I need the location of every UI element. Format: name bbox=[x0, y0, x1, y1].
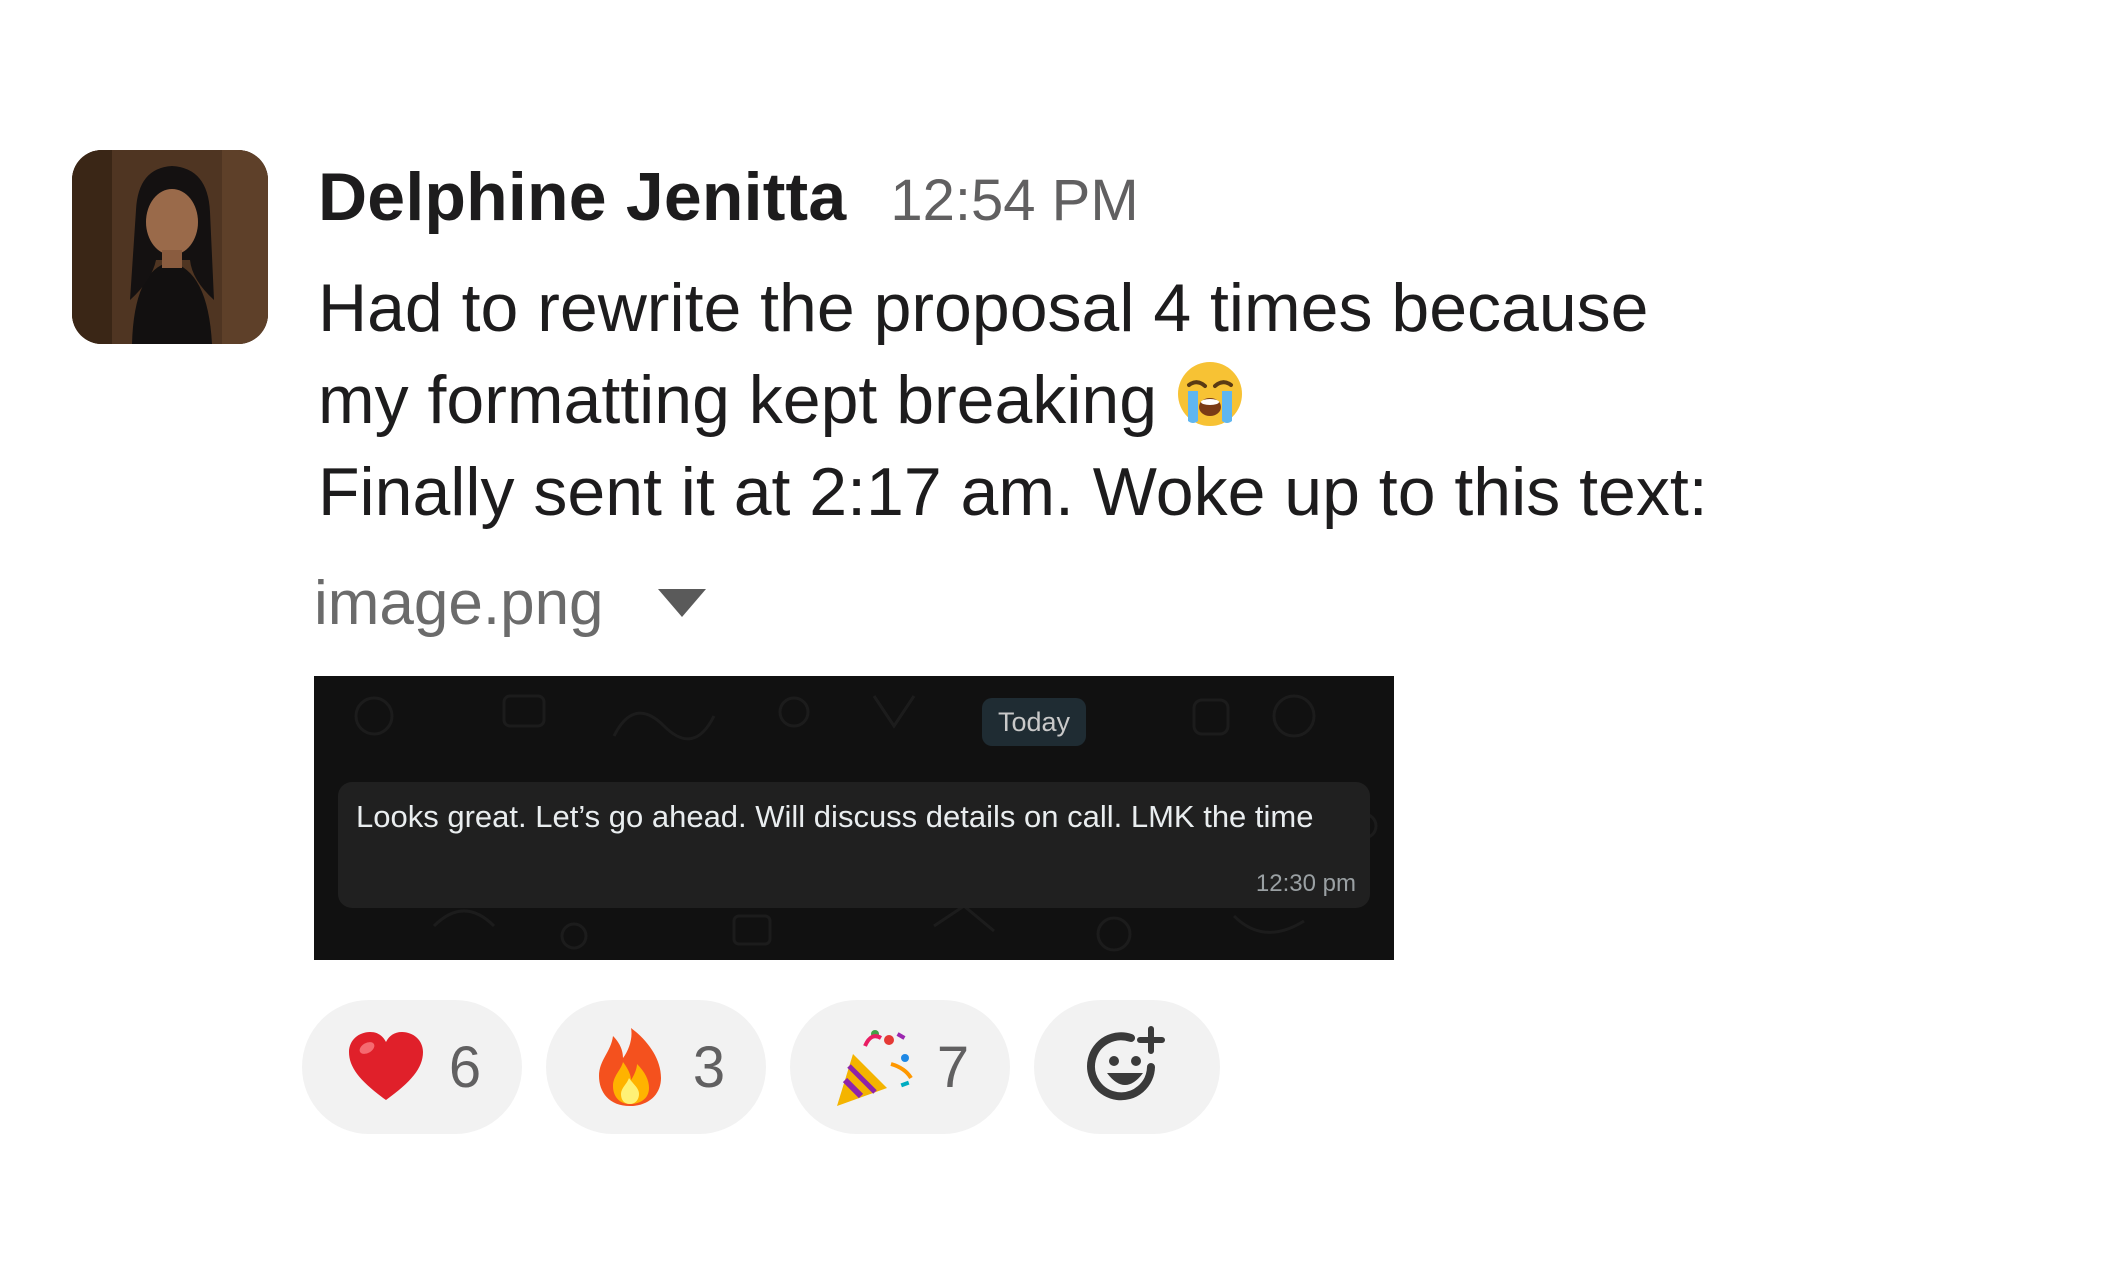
avatar-photo bbox=[72, 150, 268, 344]
message-text: Finally sent it at 2:17 am. Woke up to t… bbox=[318, 454, 1708, 530]
chat-bubble-time: 12:30 pm bbox=[1255, 870, 1356, 897]
avatar[interactable] bbox=[72, 150, 268, 344]
attachment-header[interactable]: image.png bbox=[314, 562, 710, 644]
attachment-file-name[interactable]: image.png bbox=[314, 568, 604, 639]
reaction-count: 6 bbox=[448, 1034, 482, 1100]
reaction-count: 3 bbox=[692, 1034, 726, 1100]
loudly-crying-face-icon bbox=[1178, 362, 1243, 426]
message-text: my formatting kept breaking bbox=[318, 362, 1158, 438]
sender-name[interactable]: Delphine Jenitta bbox=[318, 158, 846, 236]
chat-message: Delphine Jenitta 12:54 PM Had to rewrite… bbox=[0, 0, 2116, 1264]
reaction-party-popper[interactable]: 7 bbox=[790, 1000, 1010, 1134]
image-attachment[interactable]: Today Looks great. Let’s go ahead. Will … bbox=[314, 676, 1394, 960]
reaction-fire[interactable]: 3 bbox=[546, 1000, 766, 1134]
red-heart-icon bbox=[348, 1032, 423, 1100]
message-body: Had to rewrite the proposal 4 times beca… bbox=[318, 262, 2018, 538]
message-header: Delphine Jenitta 12:54 PM bbox=[318, 158, 1139, 238]
message-line: Finally sent it at 2:17 am. Woke up to t… bbox=[318, 446, 2018, 538]
reaction-count: 7 bbox=[936, 1034, 970, 1100]
add-reaction-button[interactable] bbox=[1034, 1000, 1220, 1134]
chat-bubble: Looks great. Let’s go ahead. Will discus… bbox=[338, 782, 1370, 908]
message-timestamp[interactable]: 12:54 PM bbox=[890, 167, 1138, 234]
fire-icon bbox=[598, 1028, 661, 1106]
add-reaction-icon bbox=[1087, 1026, 1165, 1101]
reactions-bar: 6 3 7 bbox=[302, 1000, 1244, 1134]
message-line: Had to rewrite the proposal 4 times beca… bbox=[318, 262, 2018, 354]
chat-bubble-text: Looks great. Let’s go ahead. Will discus… bbox=[356, 799, 1314, 834]
caret-down-icon[interactable] bbox=[654, 583, 710, 623]
message-text: Had to rewrite the proposal 4 times beca… bbox=[318, 270, 1649, 346]
date-divider-chip: Today bbox=[982, 698, 1086, 746]
reaction-heart[interactable]: 6 bbox=[302, 1000, 522, 1134]
party-popper-icon bbox=[836, 1030, 913, 1106]
message-line: my formatting kept breaking bbox=[318, 354, 2018, 446]
